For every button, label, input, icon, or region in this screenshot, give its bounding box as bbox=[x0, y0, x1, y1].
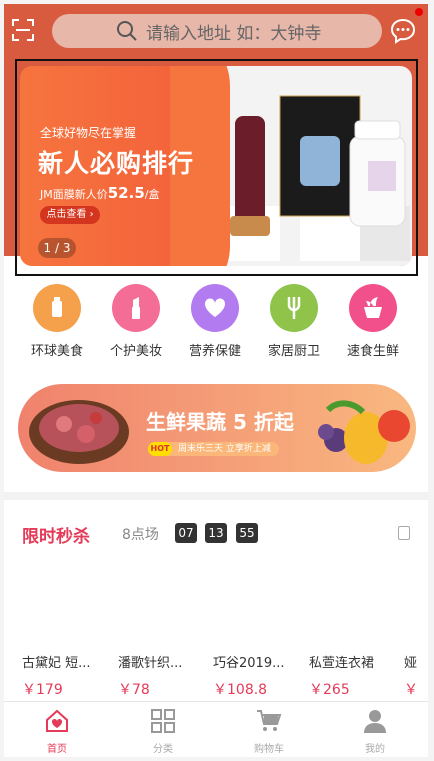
product-name: 娅 bbox=[404, 656, 418, 671]
hot-badge: HOT bbox=[148, 442, 172, 456]
countdown-minutes: 13 bbox=[205, 523, 227, 543]
heart-icon bbox=[191, 284, 239, 332]
countdown-hours: 07 bbox=[175, 523, 197, 543]
category-item-nutrition[interactable]: 营养保健 bbox=[176, 284, 254, 359]
search-bar[interactable]: 请输入地址 如：大钟寺 bbox=[52, 14, 382, 48]
countdown-seconds: 55 bbox=[236, 523, 258, 543]
product-price: ￥108.8 bbox=[213, 682, 268, 698]
flash-sale-session: 8点场 bbox=[122, 527, 159, 543]
notification-dot bbox=[415, 8, 423, 16]
user-icon bbox=[364, 710, 386, 733]
banner-highlight-outline bbox=[15, 59, 418, 276]
bowl-icon bbox=[349, 284, 397, 332]
message-icon[interactable] bbox=[390, 18, 416, 44]
tab-category[interactable]: 分类 bbox=[110, 708, 216, 755]
tab-label: 分类 bbox=[153, 744, 173, 755]
category-label: 环球美食 bbox=[30, 344, 83, 359]
category-label: 营养保健 bbox=[188, 344, 241, 359]
fork-icon bbox=[270, 284, 318, 332]
tab-cart[interactable]: 购物车 bbox=[216, 708, 322, 755]
section-divider bbox=[4, 492, 428, 500]
more-icon[interactable] bbox=[398, 526, 410, 540]
tab-home[interactable]: 首页 bbox=[4, 708, 110, 755]
product-card[interactable]: 潘歌针织... ￥78 bbox=[118, 652, 204, 699]
meat-platter-image bbox=[29, 400, 129, 464]
product-price: ￥265 bbox=[309, 682, 350, 698]
search-placeholder: 请输入地址 如：大钟寺 bbox=[146, 23, 322, 44]
product-card[interactable]: 巧谷2019... ￥108.8 bbox=[213, 652, 299, 699]
product-name: 私萱连衣裙 bbox=[309, 656, 375, 671]
milk-icon bbox=[33, 284, 81, 332]
lipstick-icon bbox=[112, 284, 160, 332]
category-label: 速食生鲜 bbox=[346, 344, 399, 359]
tab-mine[interactable]: 我的 bbox=[322, 708, 428, 755]
category-label: 家居厨卫 bbox=[267, 344, 320, 359]
category-item-home-kitchen[interactable]: 家居厨卫 bbox=[255, 284, 333, 359]
category-item-fresh-food[interactable]: 速食生鲜 bbox=[334, 284, 412, 359]
promo-title: 生鲜果蔬 5 折起 bbox=[146, 410, 294, 434]
tab-label: 我的 bbox=[365, 744, 385, 755]
fresh-promo-banner[interactable]: 生鲜果蔬 5 折起 周末乐三天 立享折上减 HOT bbox=[18, 384, 416, 472]
fruits-image bbox=[318, 400, 410, 464]
product-name: 古黛妃 短... bbox=[22, 656, 91, 671]
search-icon bbox=[117, 21, 137, 41]
category-label: 个护美妆 bbox=[109, 344, 162, 359]
product-price: ￥ bbox=[404, 682, 418, 698]
category-item-global-food[interactable]: 环球美食 bbox=[18, 284, 96, 359]
tab-label: 首页 bbox=[47, 744, 67, 755]
flash-sale-title: 限时秒杀 bbox=[22, 527, 90, 547]
scan-icon[interactable] bbox=[12, 19, 34, 41]
app-frame: 请输入地址 如：大钟寺 全球好物尽在掌握 新人必购排行 JM面膜新人价52.5/… bbox=[4, 4, 428, 757]
category-row: 环球美食 个护美妆 营养保健 家居厨卫 速食生鲜 bbox=[4, 276, 428, 366]
product-card[interactable]: 娅 ￥ bbox=[404, 652, 428, 699]
product-price: ￥78 bbox=[118, 682, 150, 698]
flash-sale-section: 限时秒杀 8点场 07 13 55 古黛妃 短... ￥179 潘歌针织... … bbox=[4, 500, 428, 700]
grid-icon bbox=[151, 709, 175, 733]
product-price: ￥179 bbox=[22, 682, 63, 698]
home-icon bbox=[46, 709, 68, 732]
cart-icon bbox=[257, 710, 282, 731]
product-name: 潘歌针织... bbox=[118, 656, 183, 671]
product-name: 巧谷2019... bbox=[213, 656, 285, 671]
product-card[interactable]: 私萱连衣裙 ￥265 bbox=[309, 652, 395, 699]
tab-label: 购物车 bbox=[254, 744, 284, 755]
bottom-tab-bar: 首页 分类 购物车 我的 bbox=[4, 701, 428, 757]
product-card[interactable]: 古黛妃 短... ￥179 bbox=[22, 652, 108, 699]
category-item-beauty[interactable]: 个护美妆 bbox=[97, 284, 175, 359]
